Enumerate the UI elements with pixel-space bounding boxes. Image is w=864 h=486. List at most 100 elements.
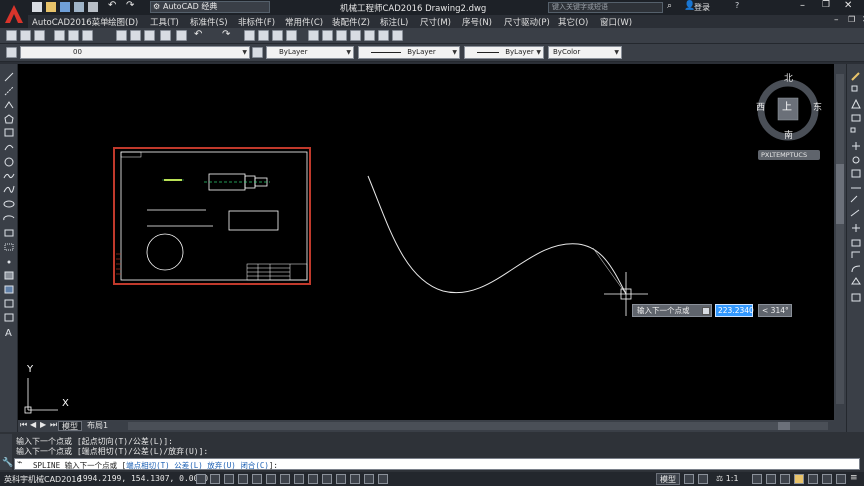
- ducs-icon[interactable]: [308, 474, 318, 484]
- customization-icon[interactable]: ≡: [850, 473, 858, 483]
- osnap-icon[interactable]: [266, 474, 276, 484]
- close-button[interactable]: ✕: [844, 0, 852, 11]
- viewcube-east[interactable]: 东: [813, 100, 822, 113]
- block-editor-icon[interactable]: [176, 30, 187, 41]
- otrack-icon[interactable]: [294, 474, 304, 484]
- grid-icon[interactable]: [224, 474, 234, 484]
- markup-icon[interactable]: [364, 30, 375, 41]
- scroll-thumb[interactable]: [836, 164, 844, 224]
- color-dropdown[interactable]: ByLayer ▼: [266, 46, 354, 59]
- zoom-realtime-icon[interactable]: [258, 30, 269, 41]
- wrench-icon[interactable]: 🔧: [2, 458, 13, 468]
- menu-item-tools[interactable]: 工具(T): [150, 16, 179, 28]
- annotation-visibility-icon[interactable]: [752, 474, 762, 484]
- match-properties-icon[interactable]: [160, 30, 171, 41]
- toolbar-redo-icon[interactable]: ↷: [222, 29, 230, 40]
- lineweight-dropdown[interactable]: ByLayer ▼: [464, 46, 544, 59]
- hardware-acceleration-icon[interactable]: [808, 474, 818, 484]
- model-space-toggle[interactable]: 模型: [656, 473, 680, 485]
- workspace-dropdown[interactable]: ⚙ AutoCAD 经典: [150, 1, 270, 13]
- transparency-icon[interactable]: [350, 474, 360, 484]
- menu-item-common-parts[interactable]: 常用件(C): [285, 16, 323, 28]
- tab-layout1[interactable]: 布局1: [84, 421, 111, 431]
- new-icon[interactable]: [32, 2, 42, 12]
- help-toolbar-icon[interactable]: [392, 30, 403, 41]
- command-option-undo[interactable]: 放弃(U): [207, 461, 236, 470]
- layer-dropdown[interactable]: 00 ▼: [20, 46, 250, 59]
- quickcalc-icon[interactable]: [378, 30, 389, 41]
- login-link[interactable]: 登录: [694, 2, 710, 13]
- menu-item-assembly[interactable]: 装配件(Z): [332, 16, 370, 28]
- doc-restore-button[interactable]: ❐: [848, 15, 855, 24]
- dyn-icon[interactable]: [322, 474, 332, 484]
- viewcube-top-face[interactable]: 上: [782, 98, 792, 113]
- menu-item-nonstandard-parts[interactable]: 非标件(F): [238, 16, 275, 28]
- menu-item-dim-driven[interactable]: 尺寸驱动(P): [504, 16, 550, 28]
- plot-icon[interactable]: [54, 30, 65, 41]
- dynamic-input-angle[interactable]: < 314°: [758, 304, 792, 317]
- undo-icon[interactable]: ↶: [108, 0, 116, 11]
- dynamic-input-distance[interactable]: 223.2340: [715, 304, 754, 317]
- menu-item-dimension[interactable]: 尺寸(M): [420, 16, 451, 28]
- next-tab-icon[interactable]: ▶: [40, 420, 46, 429]
- tab-model[interactable]: 模型: [58, 421, 82, 431]
- doc-minimize-button[interactable]: –: [834, 15, 839, 25]
- ucs-menu[interactable]: PXLTEMPTUCS: [758, 150, 820, 160]
- menu-item-annotate[interactable]: 标注(L): [380, 16, 408, 28]
- toolbar-undo-icon[interactable]: ↶: [194, 29, 202, 40]
- properties-icon[interactable]: [308, 30, 319, 41]
- drawing-canvas[interactable]: Y X 北 南 东 西 上 PXLTEMPTUCS 输入下一个点或 223.23…: [18, 64, 846, 420]
- search-input[interactable]: 键入关键字或短语: [548, 2, 663, 13]
- publish-icon[interactable]: [82, 30, 93, 41]
- paste-icon[interactable]: [144, 30, 155, 41]
- save-file-icon[interactable]: [34, 30, 45, 41]
- redo-icon[interactable]: ↷: [126, 0, 134, 11]
- zoom-window-icon[interactable]: [272, 30, 283, 41]
- clean-screen-icon[interactable]: [836, 474, 846, 484]
- menu-item-draw[interactable]: 绘图(D): [108, 16, 138, 28]
- h-scroll-thumb[interactable]: [778, 422, 790, 430]
- infer-constraints-icon[interactable]: [196, 474, 206, 484]
- command-option-tolerance[interactable]: 公差(L): [174, 461, 203, 470]
- menu-item-sequence[interactable]: 序号(N): [462, 16, 492, 28]
- menu-item-autocad[interactable]: AutoCAD2016菜单: [32, 16, 109, 28]
- minimize-button[interactable]: –: [800, 0, 805, 11]
- quick-view-drawings-icon[interactable]: [698, 474, 708, 484]
- snap-icon[interactable]: [210, 474, 220, 484]
- new-file-icon[interactable]: [6, 30, 17, 41]
- workspace-switch-icon[interactable]: [780, 474, 790, 484]
- horizontal-scrollbar[interactable]: [128, 422, 828, 430]
- viewcube-south[interactable]: 南: [784, 128, 793, 141]
- options-arrow-icon[interactable]: [702, 307, 710, 315]
- first-tab-icon[interactable]: ⏮: [20, 420, 27, 430]
- tool-palettes-icon[interactable]: [336, 30, 347, 41]
- menu-item-standard-parts[interactable]: 标准件(S): [190, 16, 228, 28]
- linetype-dropdown[interactable]: ByLayer ▼: [358, 46, 460, 59]
- application-menu-button[interactable]: [0, 0, 28, 28]
- zoom-previous-icon[interactable]: [286, 30, 297, 41]
- pan-icon[interactable]: [244, 30, 255, 41]
- ortho-icon[interactable]: [238, 474, 248, 484]
- polar-icon[interactable]: [252, 474, 262, 484]
- search-icon[interactable]: ⌕: [667, 1, 672, 11]
- help-icon[interactable]: ?: [735, 1, 739, 10]
- open-icon[interactable]: [46, 2, 56, 12]
- annotation-scale[interactable]: ⚖ 1:1: [716, 474, 739, 483]
- save-as-icon[interactable]: [74, 2, 84, 12]
- cut-icon[interactable]: [116, 30, 127, 41]
- viewcube-west[interactable]: 西: [756, 100, 765, 113]
- viewcube-north[interactable]: 北: [784, 71, 793, 84]
- last-tab-icon[interactable]: ⏭: [50, 420, 57, 430]
- isolate-objects-icon[interactable]: [822, 474, 832, 484]
- lock-icon[interactable]: [794, 474, 804, 484]
- layer-manager-icon[interactable]: [6, 47, 17, 58]
- lineweight-icon[interactable]: [336, 474, 346, 484]
- plotstyle-dropdown[interactable]: ByColor ▼: [548, 46, 622, 59]
- design-center-icon[interactable]: [322, 30, 333, 41]
- print-icon[interactable]: [88, 2, 98, 12]
- maximize-button[interactable]: ❐: [822, 0, 830, 10]
- command-option-tangent[interactable]: 端点相切(T): [126, 461, 170, 470]
- menu-item-other[interactable]: 其它(O): [558, 16, 588, 28]
- quick-properties-icon[interactable]: [364, 474, 374, 484]
- prev-tab-icon[interactable]: ◀: [30, 420, 36, 429]
